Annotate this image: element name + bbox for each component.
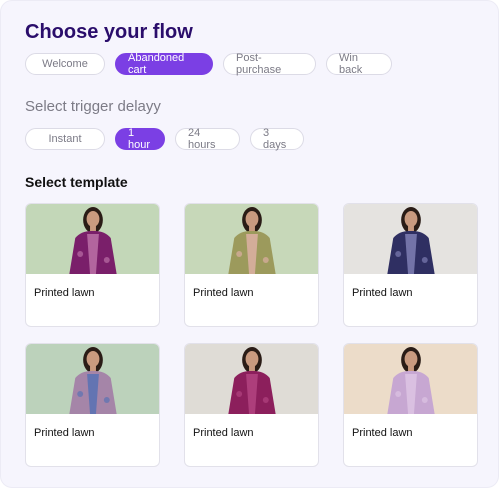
template-card[interactable]: Printed lawn [343, 343, 478, 467]
template-card-title: Printed lawn [34, 287, 95, 299]
template-card[interactable]: Printed lawn [343, 203, 478, 327]
page-title: Choose your flow [25, 21, 193, 43]
template-card-title: Printed lawn [193, 427, 254, 439]
delay-chip-3-days[interactable]: 3 days [250, 127, 304, 151]
flow-builder-panel: Choose your flow Welcome Abandoned cart … [0, 0, 499, 488]
template-product-image [185, 344, 318, 414]
template-product-image [344, 344, 477, 414]
template-card-title: Printed lawn [34, 427, 95, 439]
template-product-image [26, 344, 159, 414]
template-card[interactable]: Printed lawn [184, 203, 319, 327]
template-card-title: Printed lawn [352, 287, 413, 299]
template-card[interactable]: Printed lawn [25, 203, 160, 327]
delay-chip-instant[interactable]: Instant [25, 128, 105, 150]
template-card[interactable]: Printed lawn [25, 343, 160, 467]
template-section-title: Select template [25, 174, 128, 190]
template-product-image [344, 204, 477, 274]
flow-chip-group: Welcome Abandoned cart Post-purchase Win… [25, 52, 392, 76]
template-card-title: Printed lawn [352, 427, 413, 439]
trigger-delay-heading: Select trigger delayy [25, 98, 161, 115]
flow-chip-welcome[interactable]: Welcome [25, 53, 105, 75]
flow-chip-abandoned-cart[interactable]: Abandoned cart [115, 52, 213, 76]
template-grid: Printed lawn Printed lawn Printed lawn Prin… [25, 203, 478, 467]
delay-chip-24-hours[interactable]: 24 hours [175, 127, 240, 151]
template-product-image [26, 204, 159, 274]
delay-chip-group: Instant 1 hour 24 hours 3 days [25, 127, 304, 151]
flow-chip-post-purchase[interactable]: Post-purchase [223, 52, 316, 76]
delay-chip-1-hour[interactable]: 1 hour [115, 127, 165, 151]
flow-chip-win-back[interactable]: Win back [326, 52, 392, 76]
template-card-title: Printed lawn [193, 287, 254, 299]
template-product-image [185, 204, 318, 274]
template-card[interactable]: Printed lawn [184, 343, 319, 467]
